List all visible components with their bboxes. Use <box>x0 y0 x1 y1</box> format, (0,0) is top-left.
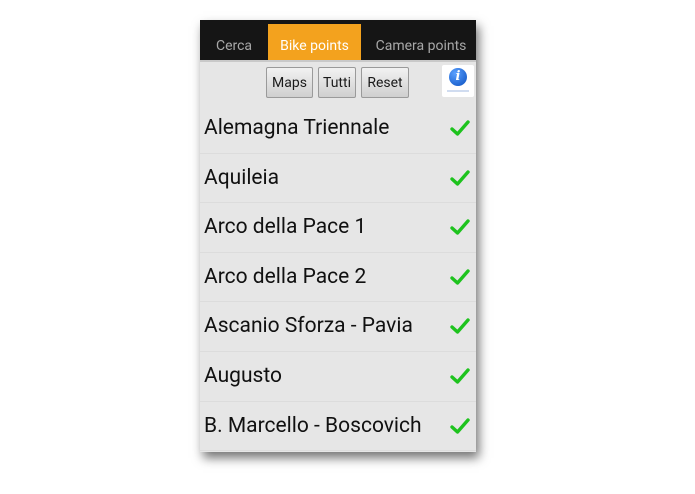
list-item[interactable]: Arco della Pace 2 <box>200 253 476 303</box>
check-icon[interactable] <box>450 317 470 335</box>
tutti-button[interactable]: Tutti <box>318 67 356 98</box>
list-item-label: Ascanio Sforza - Pavia <box>204 314 413 339</box>
check-icon[interactable] <box>450 417 470 435</box>
list-item[interactable]: Aquileia <box>200 154 476 204</box>
tab-bar: Cerca Bike points Camera points <box>200 20 476 62</box>
toolbar: Maps Tutti Reset i <box>200 62 476 104</box>
list-item-label: Aquileia <box>204 165 280 190</box>
list-item[interactable]: Ascanio Sforza - Pavia <box>200 302 476 352</box>
tab-camera-points[interactable]: Camera points <box>361 24 476 60</box>
check-icon[interactable] <box>450 218 470 236</box>
list-item-label: Arco della Pace 1 <box>204 215 367 240</box>
list-item[interactable]: Augusto <box>200 352 476 402</box>
bike-points-list: Alemagna Triennale Aquileia Arco della P… <box>200 104 476 452</box>
list-item[interactable]: Alemagna Triennale <box>200 104 476 154</box>
tab-cerca[interactable]: Cerca <box>200 24 268 60</box>
check-icon[interactable] <box>450 367 470 385</box>
app-window: Cerca Bike points Camera points Maps Tut… <box>200 20 476 452</box>
list-item[interactable]: Arco della Pace 1 <box>200 203 476 253</box>
info-button[interactable]: i <box>442 65 474 97</box>
info-icon: i <box>449 68 467 86</box>
check-icon[interactable] <box>450 169 470 187</box>
list-item-label: Augusto <box>204 363 283 388</box>
list-item-label: B. Marcello - Boscovich <box>204 413 422 438</box>
list-item-label: Arco della Pace 2 <box>204 264 367 289</box>
tab-bike-points[interactable]: Bike points <box>268 24 361 60</box>
check-icon[interactable] <box>450 119 470 137</box>
info-underline <box>447 90 469 92</box>
maps-button[interactable]: Maps <box>266 67 313 98</box>
check-icon[interactable] <box>450 268 470 286</box>
list-item[interactable]: B. Marcello - Boscovich <box>200 402 476 452</box>
list-item-label: Alemagna Triennale <box>204 116 390 140</box>
reset-button[interactable]: Reset <box>361 67 409 98</box>
